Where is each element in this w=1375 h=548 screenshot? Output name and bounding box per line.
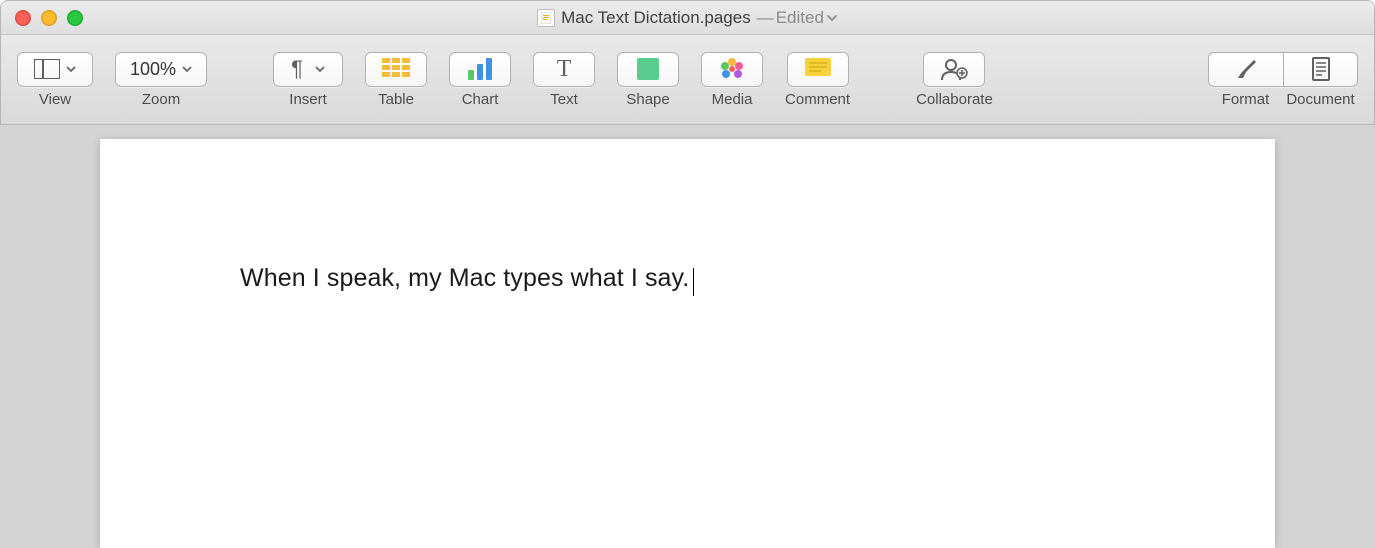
document-background: When I speak, my Mac types what I say. [0,125,1375,548]
photos-flower-icon [719,57,745,81]
chevron-down-icon [315,64,325,74]
chevron-down-icon [66,64,76,74]
paintbrush-icon [1234,58,1258,80]
window-title: Mac Text Dictation.pages [561,8,751,28]
chart-button[interactable] [449,52,511,87]
collaborate-label: Collaborate [916,91,993,108]
traffic-lights [15,10,83,26]
window-titlebar: Mac Text Dictation.pages — Edited [1,1,1374,35]
window-title-area[interactable]: Mac Text Dictation.pages — Edited [537,8,838,28]
document-body-text[interactable]: When I speak, my Mac types what I say. [240,264,689,292]
shape-square-icon [637,58,659,80]
text-button[interactable]: T [533,52,595,87]
minimize-window-button[interactable] [41,10,57,26]
shape-button[interactable] [617,52,679,87]
table-icon [382,58,410,80]
collaborate-button[interactable] [923,52,985,87]
shape-label: Shape [626,91,669,108]
document-icon [537,9,555,27]
comment-icon [805,58,831,80]
view-button[interactable] [17,52,93,87]
document-icon [1311,57,1331,81]
table-label: Table [378,91,414,108]
insert-button[interactable]: ¶ [273,52,343,87]
fullscreen-window-button[interactable] [67,10,83,26]
media-button[interactable] [701,52,763,87]
chevron-down-icon [826,12,838,24]
text-t-icon: T [557,56,572,83]
zoom-label: Zoom [142,91,180,108]
chart-icon [466,58,494,80]
document-page[interactable]: When I speak, my Mac types what I say. [100,139,1275,548]
chevron-down-icon [182,64,192,74]
format-label: Format [1222,91,1270,108]
pilcrow-icon: ¶ [291,56,303,82]
zoom-value: 100% [130,59,176,80]
table-button[interactable] [365,52,427,87]
comment-label: Comment [785,91,850,108]
document-label: Document [1286,91,1354,108]
collaborate-icon [940,58,968,80]
insert-label: Insert [289,91,327,108]
format-button[interactable] [1208,52,1283,87]
zoom-button[interactable]: 100% [115,52,207,87]
media-label: Media [712,91,753,108]
view-panels-icon [34,59,60,79]
toolbar: View 100% Zoom ¶ Insert [1,35,1374,125]
text-label: Text [550,91,578,108]
comment-button[interactable] [787,52,849,87]
view-label: View [39,91,71,108]
text-cursor [693,268,694,296]
window-edited-status: Edited [776,8,824,28]
document-button[interactable] [1283,52,1358,87]
close-window-button[interactable] [15,10,31,26]
chart-label: Chart [462,91,499,108]
